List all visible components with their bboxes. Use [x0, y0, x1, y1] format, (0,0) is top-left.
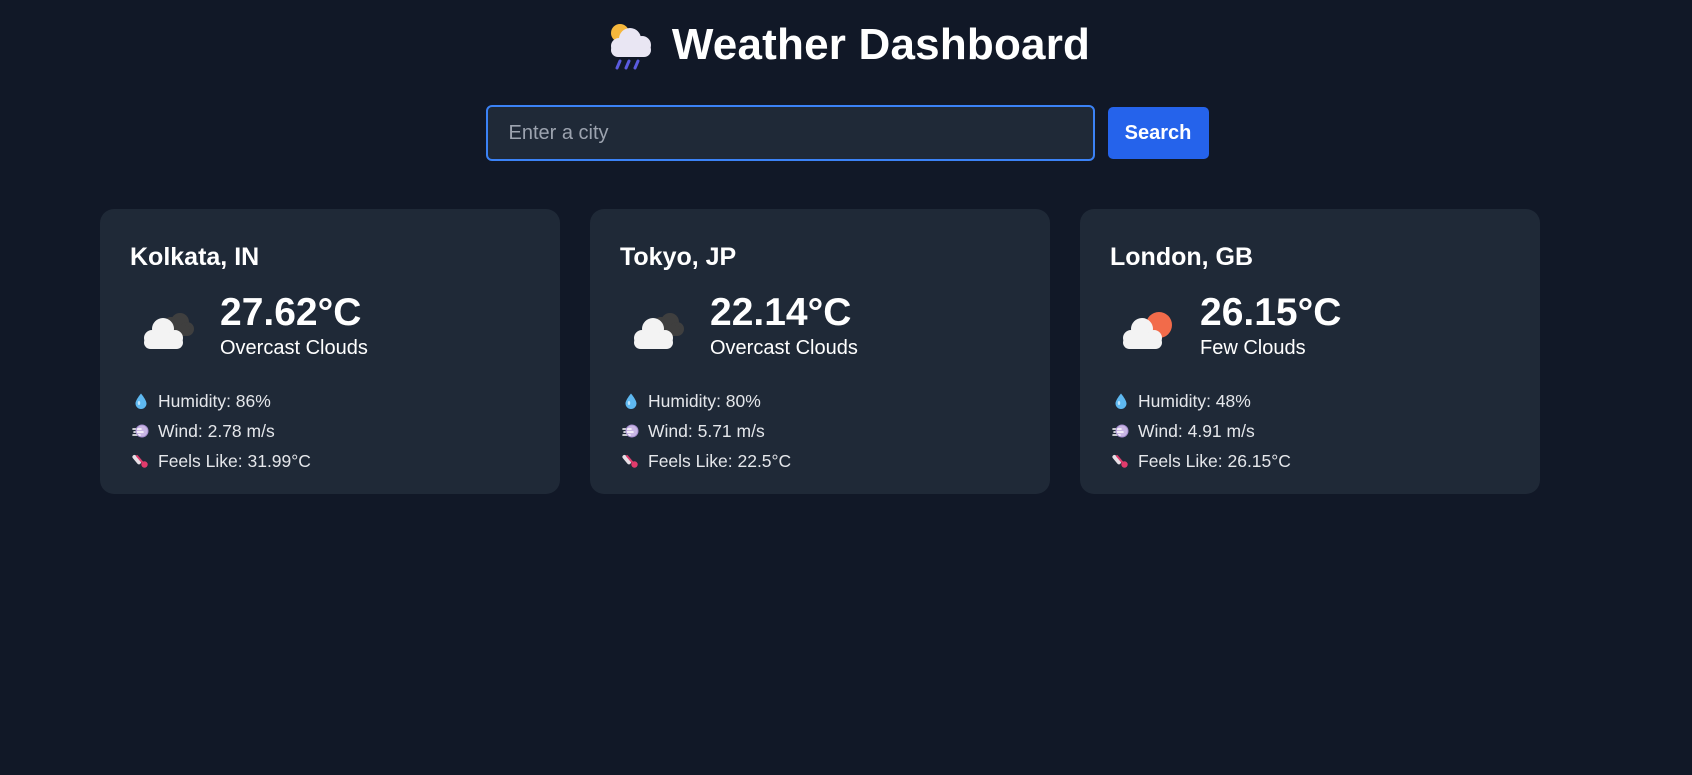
wind-icon: [132, 422, 150, 440]
card-temperature: 26.15°C: [1200, 291, 1342, 334]
wind-value: Wind: 4.91 m/s: [1138, 420, 1255, 441]
wind-row: Wind: 4.91 m/s: [1110, 416, 1510, 446]
weather-card: Tokyo, JP 22.14°C Overcast Clouds Humidi…: [590, 209, 1050, 494]
header: Weather Dashboard: [0, 0, 1692, 90]
droplet-icon: [1112, 392, 1130, 410]
humidity-value: Humidity: 80%: [648, 390, 761, 411]
cloud-rain-sun-icon: [610, 24, 651, 70]
humidity-row: Humidity: 80%: [620, 386, 1020, 416]
feels-like-value: Feels Like: 31.99°C: [158, 450, 311, 471]
thermometer-icon: [622, 452, 640, 470]
card-temperature: 27.62°C: [220, 291, 362, 334]
feels-like-value: Feels Like: 22.5°C: [648, 450, 792, 471]
city-search-input[interactable]: [485, 105, 1095, 161]
overcast-clouds-icon: [130, 294, 200, 364]
card-details: Humidity: 86% Wind: 2.78 m/s Feels Like:…: [130, 386, 530, 476]
humidity-row: Humidity: 48%: [1110, 386, 1510, 416]
search-bar: Search: [0, 105, 1692, 161]
page-title: Weather Dashboard: [671, 20, 1091, 69]
weather-card: London, GB 26.15°C Few Clouds Humidity: …: [1080, 209, 1540, 494]
humidity-value: Humidity: 86%: [158, 390, 271, 411]
wind-icon: [1112, 422, 1130, 440]
feels-like-row: Feels Like: 22.5°C: [620, 446, 1020, 476]
wind-row: Wind: 5.71 m/s: [620, 416, 1020, 446]
wind-value: Wind: 2.78 m/s: [158, 420, 275, 441]
thermometer-icon: [132, 452, 150, 470]
card-details: Humidity: 48% Wind: 4.91 m/s Feels Like:…: [1110, 386, 1510, 476]
weather-cards: Kolkata, IN 27.62°C Overcast Clouds Humi…: [100, 209, 1540, 494]
weather-card: Kolkata, IN 27.62°C Overcast Clouds Humi…: [100, 209, 560, 494]
feels-like-row: Feels Like: 31.99°C: [130, 446, 530, 476]
droplet-icon: [622, 392, 640, 410]
wind-row: Wind: 2.78 m/s: [130, 416, 530, 446]
humidity-value: Humidity: 48%: [1138, 390, 1251, 411]
thermometer-icon: [1112, 452, 1130, 470]
search-button[interactable]: Search: [1107, 107, 1209, 159]
card-description: Overcast Clouds: [220, 337, 368, 359]
card-city: London, GB: [1110, 243, 1254, 271]
droplet-icon: [132, 392, 150, 410]
wind-value: Wind: 5.71 m/s: [648, 420, 765, 441]
card-city: Tokyo, JP: [620, 243, 737, 271]
feels-like-row: Feels Like: 26.15°C: [1110, 446, 1510, 476]
card-description: Few Clouds: [1200, 337, 1306, 359]
wind-icon: [622, 422, 640, 440]
humidity-row: Humidity: 86%: [130, 386, 530, 416]
card-description: Overcast Clouds: [710, 337, 858, 359]
card-temperature: 22.14°C: [710, 291, 852, 334]
feels-like-value: Feels Like: 26.15°C: [1138, 450, 1291, 471]
card-city: Kolkata, IN: [130, 243, 260, 271]
card-details: Humidity: 80% Wind: 5.71 m/s Feels Like:…: [620, 386, 1020, 476]
overcast-clouds-icon: [620, 294, 690, 364]
few-clouds-icon: [1110, 294, 1180, 364]
